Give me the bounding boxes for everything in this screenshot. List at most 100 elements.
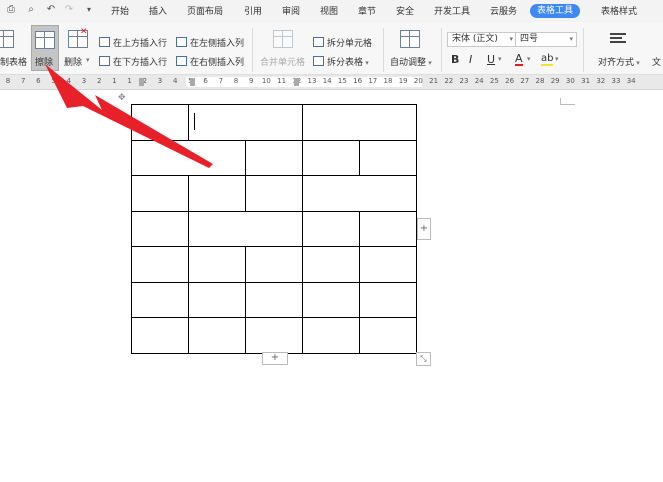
erase-button[interactable]: 擦除 <box>31 25 59 71</box>
table-column-border <box>302 211 303 247</box>
ruler-number: 14 <box>322 77 332 85</box>
table-column-border <box>359 140 360 176</box>
ruler-number: 20 <box>413 77 423 85</box>
ruler-column-marker[interactable] <box>294 78 299 86</box>
underline-button[interactable]: U <box>487 53 495 66</box>
table-column-border <box>245 175 246 212</box>
print-icon[interactable]: ⎙ <box>5 4 17 16</box>
ruler-number: 7 <box>20 77 26 85</box>
align-icon <box>610 32 626 45</box>
table-row-border <box>131 211 417 212</box>
table-row-border <box>131 104 417 105</box>
table-column-border <box>302 175 303 212</box>
divider <box>441 28 442 72</box>
split-cells-icon <box>313 37 324 47</box>
table-column-border <box>359 246 360 354</box>
ruler-number: 33 <box>611 77 621 85</box>
ruler-number: 26 <box>505 77 515 85</box>
erase-label: 擦除 <box>35 58 54 68</box>
delete-button[interactable]: 删除 <box>64 55 82 68</box>
ruler-number: 25 <box>489 77 499 85</box>
insert-row-above-button[interactable]: 在上方插入行 <box>99 36 167 49</box>
tab-view[interactable]: 视图 <box>320 5 338 19</box>
table-column-border <box>188 104 189 141</box>
auto-fit-button[interactable]: 自动调整 ▾ <box>390 55 432 68</box>
insert-row-below-button[interactable]: 在下方插入行 <box>99 55 167 68</box>
horizontal-ruler[interactable]: 8765432112345678910111213141516171819202… <box>0 75 663 90</box>
document-page[interactable] <box>0 90 663 482</box>
table-move-handle-icon[interactable]: ✥ <box>118 94 127 103</box>
tab-references[interactable]: 引用 <box>244 5 262 19</box>
insert-right-icon <box>176 56 187 66</box>
font-color-button[interactable]: A <box>515 53 523 66</box>
tab-table-tools[interactable]: 表格工具 <box>530 4 581 18</box>
tab-cloud[interactable]: 云服务 <box>490 5 517 19</box>
underline-dropdown-icon[interactable]: ▾ <box>498 55 502 63</box>
ruler-column-marker[interactable] <box>190 78 195 86</box>
tab-home[interactable]: 开始 <box>111 5 129 19</box>
align-button[interactable]: 对齐方式 ▾ <box>598 55 640 68</box>
ruler-number: 34 <box>626 77 636 85</box>
italic-button[interactable]: I <box>469 53 472 66</box>
ruler-number: 3 <box>157 77 163 85</box>
tab-table-style[interactable]: 表格样式 <box>601 5 637 19</box>
ruler-number: 28 <box>535 77 545 85</box>
delete-x-icon: ✕ <box>80 27 88 37</box>
text-direction-button[interactable]: 文 <box>652 55 661 68</box>
print-preview-icon[interactable]: ⌕ <box>25 4 37 16</box>
tab-chapter[interactable]: 章节 <box>358 5 376 19</box>
split-table-icon <box>313 56 324 66</box>
ruler-number: 6 <box>203 77 208 85</box>
ruler-number: 10 <box>261 77 271 85</box>
tab-developer[interactable]: 开发工具 <box>434 5 470 19</box>
table-row-border <box>131 317 417 318</box>
tab-review[interactable]: 审阅 <box>282 5 300 19</box>
bold-button[interactable]: B <box>451 53 459 66</box>
customize-dropdown-icon[interactable]: ▾ <box>83 4 95 16</box>
draw-table-button[interactable]: 制表格 <box>0 55 27 68</box>
add-column-button[interactable]: + <box>417 218 431 240</box>
font-name-select[interactable]: 宋体 (正文) ▾ <box>447 32 517 47</box>
highlight-dropdown-icon[interactable]: ▾ <box>555 55 559 63</box>
undo-icon[interactable]: ↶ <box>45 4 57 16</box>
tab-page-layout[interactable]: 页面布局 <box>187 5 223 19</box>
chevron-down-icon: ▾ <box>509 35 513 43</box>
table-column-border <box>302 140 303 176</box>
add-row-button[interactable]: + <box>262 352 288 365</box>
ruler-number: 5 <box>51 77 56 85</box>
chevron-down-icon: ▾ <box>569 35 573 43</box>
table-column-border <box>188 175 189 212</box>
font-size-select[interactable]: 四号 ▾ <box>515 32 577 47</box>
auto-fit-icon <box>400 30 420 48</box>
divider <box>252 28 253 72</box>
insert-col-right-button[interactable]: 在右侧插入列 <box>176 55 244 68</box>
insert-below-icon <box>99 56 110 66</box>
ruler-number: 23 <box>459 77 469 85</box>
ruler-number: 24 <box>474 77 484 85</box>
ruler-number: 7 <box>218 77 224 85</box>
ruler-column-marker[interactable] <box>139 78 144 86</box>
split-table-button[interactable]: 拆分表格 ▾ <box>313 55 369 68</box>
eraser-icon <box>35 31 55 49</box>
ruler-number: 16 <box>353 77 363 85</box>
divider <box>583 28 584 72</box>
table-column-border <box>359 211 360 247</box>
merge-cells-button[interactable]: 合并单元格 <box>260 55 305 68</box>
delete-dropdown-icon[interactable]: ▾ <box>86 56 90 64</box>
insert-col-left-button[interactable]: 在左侧插入列 <box>176 36 244 49</box>
split-cells-button[interactable]: 拆分单元格 <box>313 36 372 49</box>
table-column-border <box>131 104 132 354</box>
font-color-dropdown-icon[interactable]: ▾ <box>527 55 531 63</box>
tab-insert[interactable]: 插入 <box>149 5 167 19</box>
ruler-number: 4 <box>172 77 178 85</box>
highlight-button[interactable]: ab <box>541 53 554 66</box>
merge-cells-icon <box>273 30 293 48</box>
table-column-border <box>302 104 303 141</box>
ruler-number: 13 <box>307 77 317 85</box>
ruler-number: 31 <box>581 77 591 85</box>
table-row-border <box>131 282 417 283</box>
table-resize-handle-icon[interactable]: ⤡ <box>416 352 431 366</box>
tab-security[interactable]: 安全 <box>396 5 414 19</box>
table-row-border <box>131 175 417 176</box>
redo-icon[interactable]: ↷ <box>63 4 75 16</box>
